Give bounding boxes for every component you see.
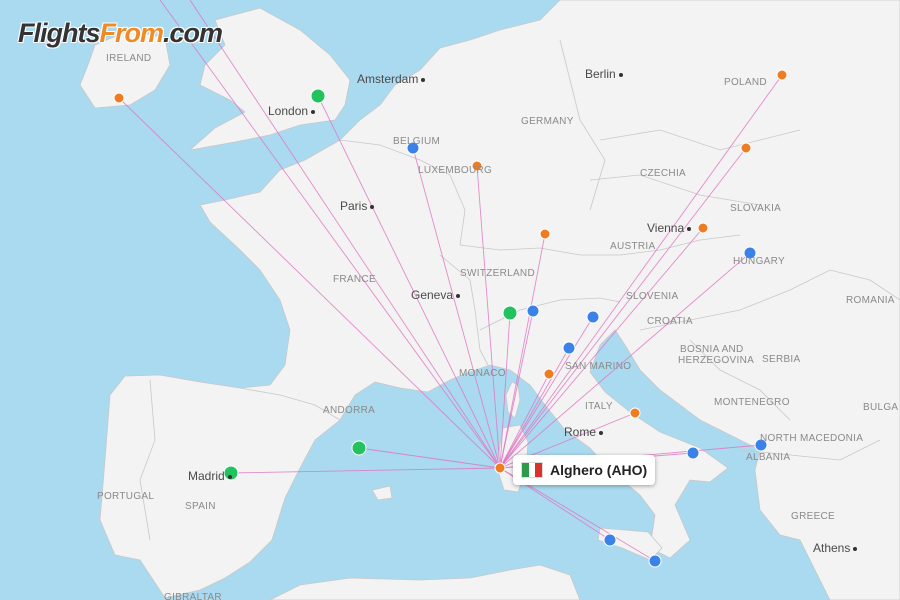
- origin-airport-marker[interactable]: [494, 462, 506, 474]
- airport-marker-blue[interactable]: [586, 310, 600, 324]
- land-layer: [79, 0, 900, 600]
- airport-marker-orange[interactable]: [697, 222, 709, 234]
- logo-text-part1: Flights: [18, 18, 100, 48]
- north-africa-landmass: [269, 564, 581, 600]
- airport-marker-green[interactable]: [310, 88, 326, 104]
- mallorca-landmass: [371, 485, 393, 501]
- airport-marker-blue[interactable]: [603, 533, 617, 547]
- logo-text-part3: .com: [163, 18, 223, 48]
- airport-marker-blue[interactable]: [648, 554, 662, 568]
- map-canvas[interactable]: [0, 0, 900, 600]
- airport-marker-green[interactable]: [223, 465, 239, 481]
- airport-marker-green[interactable]: [351, 440, 367, 456]
- airport-marker-orange[interactable]: [539, 228, 551, 240]
- route-map[interactable]: FlightsFrom.com IRELAND GERMANY POLAND B…: [0, 0, 900, 600]
- italy-flag-icon: [521, 462, 543, 478]
- airport-marker-blue[interactable]: [526, 304, 540, 318]
- site-logo[interactable]: FlightsFrom.com: [18, 18, 223, 49]
- airport-marker-blue[interactable]: [406, 141, 420, 155]
- airport-marker-blue[interactable]: [754, 438, 768, 452]
- airport-marker-blue[interactable]: [562, 341, 576, 355]
- airport-marker-blue[interactable]: [743, 246, 757, 260]
- route-line: [358, 447, 501, 469]
- airport-marker-orange[interactable]: [113, 92, 125, 104]
- airport-marker-green[interactable]: [502, 305, 518, 321]
- airport-marker-blue[interactable]: [686, 446, 700, 460]
- origin-airport-popup[interactable]: Alghero (AHO): [513, 455, 656, 485]
- airport-marker-orange[interactable]: [629, 407, 641, 419]
- logo-text-part2: From: [99, 18, 164, 48]
- airport-marker-orange[interactable]: [543, 368, 555, 380]
- airport-marker-orange[interactable]: [471, 160, 483, 172]
- origin-airport-label: Alghero (AHO): [550, 462, 648, 478]
- airport-marker-orange[interactable]: [776, 69, 788, 81]
- airport-marker-orange[interactable]: [740, 142, 752, 154]
